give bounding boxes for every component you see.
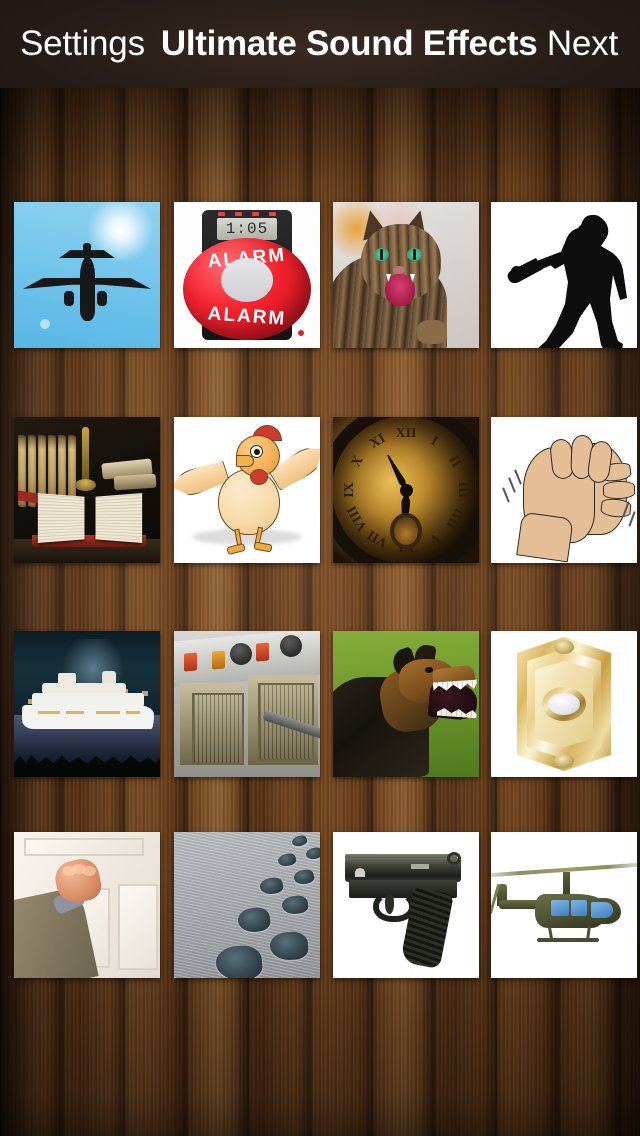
doorbell-thumbnail [491, 631, 637, 777]
knocking-hand-thumbnail [14, 832, 160, 978]
open-book-thumbnail [14, 417, 160, 563]
sound-tile-helicopter[interactable] [491, 832, 637, 978]
sound-tile-cruise-ship[interactable] [14, 631, 160, 777]
settings-button[interactable]: Settings [20, 24, 145, 64]
clapping-hands-thumbnail [491, 417, 637, 563]
sound-tile-clapping[interactable] [491, 417, 637, 563]
deep-fryer-thumbnail [174, 631, 320, 777]
alarm-thumbnail: 1:05 ALARM ALARM [174, 202, 320, 348]
airplane-thumbnail [14, 202, 160, 348]
sound-tile-book[interactable] [14, 417, 160, 563]
sound-grid: 1:05 ALARM ALARM [0, 88, 640, 1136]
sound-tile-doorbell[interactable] [491, 631, 637, 777]
sound-tile-airplane[interactable] [14, 202, 160, 348]
sound-tile-gun[interactable] [333, 832, 479, 978]
sound-tile-cat[interactable] [333, 202, 479, 348]
alarm-lcd-text: 1:05 [217, 218, 277, 240]
app-screen: Settings Ultimate Sound Effects Next 1:0… [0, 0, 640, 1136]
sound-tile-door-knock[interactable] [14, 832, 160, 978]
pistol-thumbnail [333, 832, 479, 978]
helicopter-thumbnail [491, 832, 637, 978]
sound-tile-deep-fryer[interactable] [174, 631, 320, 777]
footprints-snow-thumbnail [174, 832, 320, 978]
sound-tile-chicken[interactable] [174, 417, 320, 563]
sound-tile-baseball[interactable] [491, 202, 637, 348]
doorbell-button [548, 693, 580, 715]
navigation-bar: Settings Ultimate Sound Effects Next [0, 0, 640, 88]
cruise-ship-thumbnail [14, 631, 160, 777]
sound-tile-dog[interactable] [333, 631, 479, 777]
barking-dog-thumbnail [333, 631, 479, 777]
chicken-thumbnail [174, 417, 320, 563]
sound-tile-alarm[interactable]: 1:05 ALARM ALARM [174, 202, 320, 348]
page-title: Ultimate Sound Effects [160, 24, 538, 63]
clock-thumbnail: XII I II III IIII V VI VII VIII IX X XI [333, 417, 479, 563]
sound-tile-clock[interactable]: XII I II III IIII V VI VII VIII IX X XI [333, 417, 479, 563]
sound-tile-footsteps[interactable] [174, 832, 320, 978]
cat-thumbnail [333, 202, 479, 348]
next-button[interactable]: Next [547, 24, 618, 64]
baseball-batter-thumbnail [491, 202, 637, 348]
